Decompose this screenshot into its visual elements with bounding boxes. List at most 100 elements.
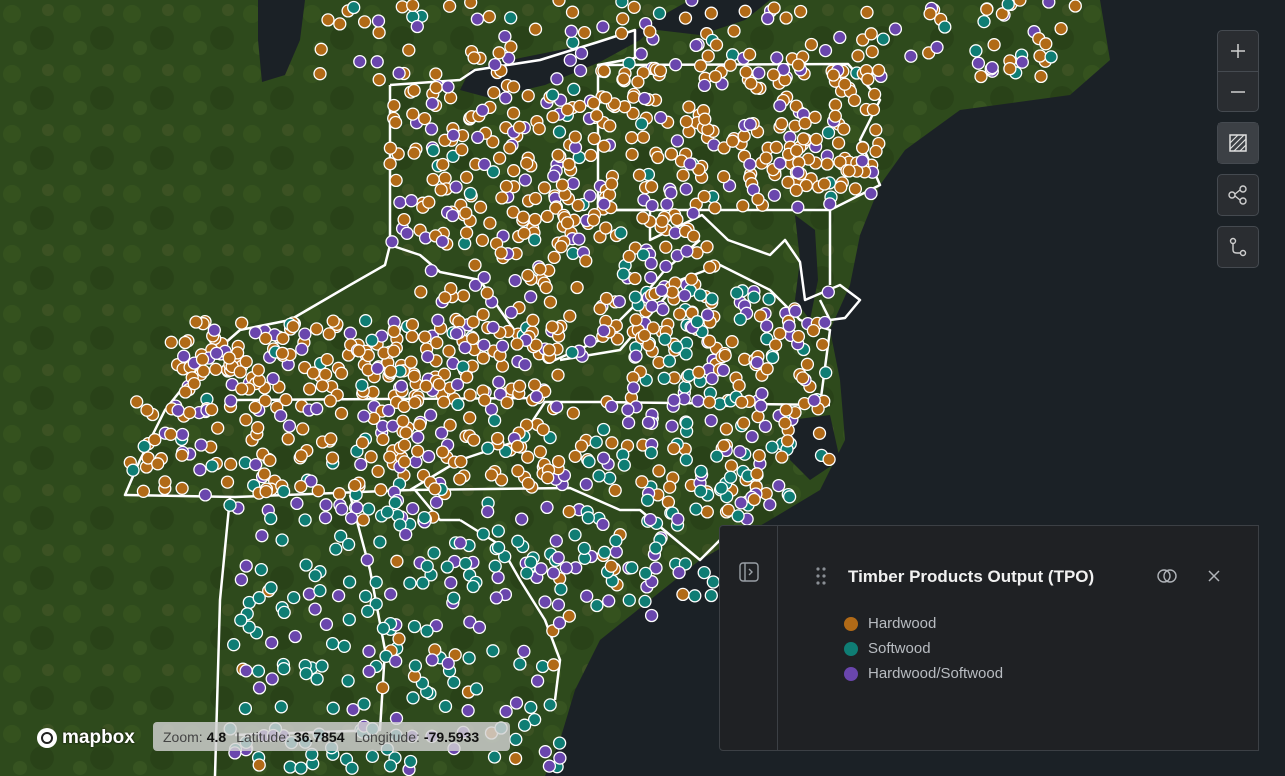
tpo-point[interactable] (418, 111, 432, 126)
tpo-point[interactable] (584, 148, 598, 163)
tpo-point[interactable] (484, 468, 499, 482)
tpo-point[interactable] (332, 487, 347, 501)
tpo-point[interactable] (254, 562, 268, 577)
tpo-point[interactable] (429, 67, 443, 81)
tpo-point[interactable] (224, 394, 238, 408)
tpo-point[interactable] (421, 349, 435, 364)
tpo-point[interactable] (716, 363, 731, 377)
tpo-point[interactable] (694, 484, 708, 498)
tpo-point[interactable] (543, 295, 558, 309)
tpo-point[interactable] (616, 72, 631, 86)
tpo-point[interactable] (583, 334, 597, 348)
tpo-point[interactable] (571, 198, 585, 213)
tpo-point[interactable] (750, 467, 764, 481)
tpo-point[interactable] (828, 98, 843, 112)
tpo-point[interactable] (538, 745, 552, 759)
tpo-point[interactable] (851, 49, 865, 63)
tpo-point[interactable] (342, 612, 356, 627)
tpo-point[interactable] (665, 419, 679, 433)
tpo-point[interactable] (407, 83, 421, 98)
tpo-point[interactable] (604, 559, 618, 573)
tpo-point[interactable] (499, 91, 513, 105)
tpo-point[interactable] (586, 213, 601, 227)
tpo-point[interactable] (350, 501, 364, 515)
tpo-point[interactable] (455, 143, 469, 157)
tpo-point[interactable] (717, 170, 731, 184)
tpo-point[interactable] (476, 351, 490, 365)
tpo-point[interactable] (486, 320, 500, 335)
tpo-point[interactable] (193, 463, 207, 477)
tpo-point[interactable] (587, 131, 601, 146)
tpo-point[interactable] (685, 0, 699, 7)
tpo-point[interactable] (644, 270, 658, 285)
tpo-point[interactable] (383, 157, 397, 171)
tpo-point[interactable] (472, 620, 487, 634)
tpo-point[interactable] (553, 751, 567, 765)
tpo-point[interactable] (708, 201, 722, 215)
tpo-point[interactable] (597, 64, 611, 78)
tpo-point[interactable] (467, 433, 481, 447)
tpo-point[interactable] (969, 44, 983, 58)
tpo-point[interactable] (372, 25, 386, 40)
tpo-point[interactable] (627, 0, 641, 14)
tpo-point[interactable] (341, 537, 356, 552)
tpo-point[interactable] (738, 4, 752, 18)
tpo-point[interactable] (788, 304, 803, 318)
tpo-point[interactable] (766, 68, 781, 82)
tpo-point[interactable] (660, 197, 674, 211)
tpo-point[interactable] (663, 480, 677, 494)
tpo-point[interactable] (458, 556, 473, 571)
tpo-point[interactable] (491, 570, 505, 585)
tpo-point[interactable] (530, 674, 545, 688)
tpo-point[interactable] (510, 439, 525, 453)
tpo-point[interactable] (683, 157, 697, 171)
tpo-point[interactable] (554, 582, 568, 596)
tpo-point[interactable] (405, 329, 419, 344)
tpo-point[interactable] (823, 197, 837, 211)
tpo-point[interactable] (662, 354, 677, 368)
tpo-point[interactable] (704, 413, 718, 428)
tpo-point[interactable] (313, 583, 327, 598)
tpo-point[interactable] (511, 534, 525, 548)
tpo-point[interactable] (223, 498, 237, 512)
tpo-point[interactable] (582, 454, 596, 469)
tpo-point[interactable] (126, 463, 140, 477)
tpo-point[interactable] (739, 65, 753, 79)
tpo-point[interactable] (564, 24, 578, 38)
tpo-point[interactable] (779, 403, 793, 417)
tpo-point[interactable] (765, 350, 780, 365)
tpo-point[interactable] (661, 495, 676, 509)
tpo-point[interactable] (251, 363, 265, 377)
tpo-point[interactable] (187, 376, 201, 391)
tpo-point[interactable] (635, 475, 649, 489)
tpo-point[interactable] (298, 513, 312, 527)
tpo-point[interactable] (471, 130, 485, 145)
tpo-point[interactable] (500, 395, 514, 410)
tpo-point[interactable] (406, 501, 420, 516)
tpo-point[interactable] (345, 761, 359, 775)
tpo-point[interactable] (407, 146, 421, 160)
tpo-point[interactable] (353, 54, 367, 69)
tpo-point[interactable] (252, 591, 266, 605)
tpo-point[interactable] (234, 573, 249, 587)
tpo-point[interactable] (1039, 37, 1053, 51)
tpo-point[interactable] (552, 125, 567, 139)
tpo-point[interactable] (488, 559, 502, 573)
tpo-point[interactable] (509, 696, 524, 710)
route-button[interactable] (1218, 227, 1258, 267)
tpo-point[interactable] (577, 25, 592, 40)
tpo-point[interactable] (438, 290, 452, 305)
tpo-point[interactable] (725, 335, 739, 349)
tpo-point[interactable] (546, 566, 561, 580)
tpo-point[interactable] (164, 427, 178, 441)
tpo-point[interactable] (224, 457, 238, 471)
tpo-point[interactable] (535, 659, 550, 674)
tpo-point[interactable] (275, 533, 289, 547)
tpo-point[interactable] (520, 566, 534, 580)
tpo-point[interactable] (659, 240, 673, 254)
tpo-point[interactable] (434, 183, 448, 197)
tpo-point[interactable] (383, 759, 398, 773)
tpo-point[interactable] (1003, 62, 1017, 76)
tpo-point[interactable] (644, 446, 658, 460)
tpo-point[interactable] (626, 381, 641, 395)
